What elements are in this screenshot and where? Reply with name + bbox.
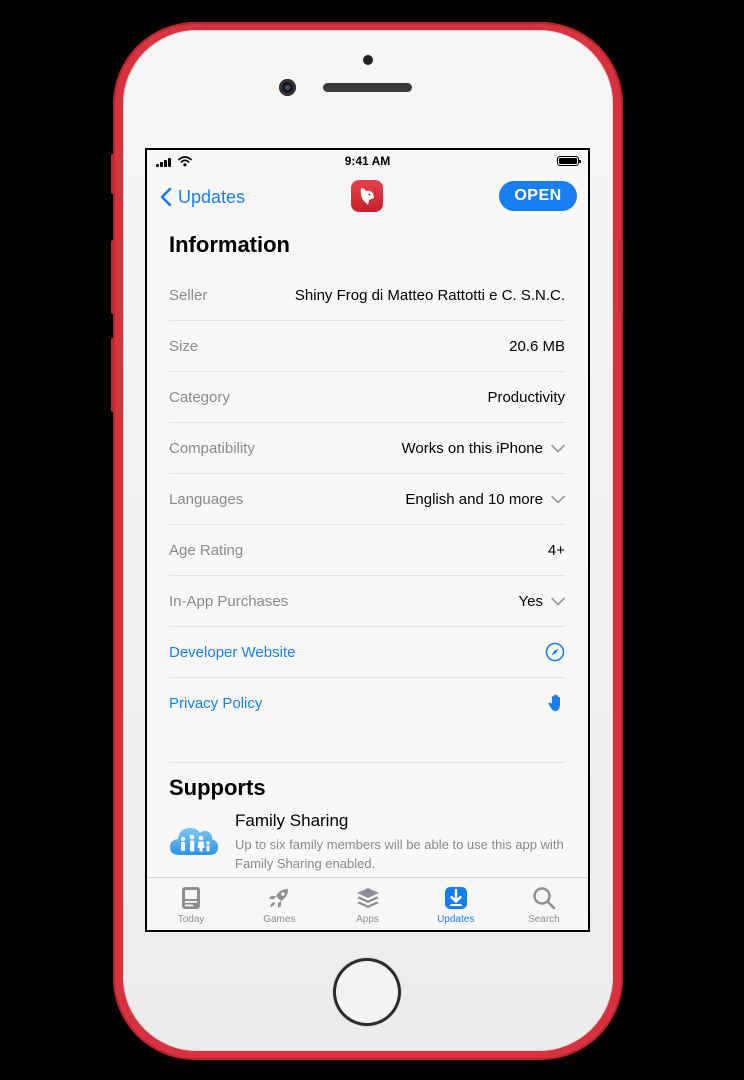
tab-search[interactable]: Search — [500, 878, 588, 930]
search-icon — [533, 887, 556, 910]
earpiece-speaker — [323, 83, 412, 92]
support-name: Family Sharing — [235, 811, 349, 830]
tab-today[interactable]: Today — [147, 878, 235, 930]
tab-updates[interactable]: Updates — [412, 878, 500, 930]
info-row-category: Category Productivity — [169, 372, 565, 423]
info-row-age-rating: Age Rating 4+ — [169, 525, 565, 576]
tab-label: Games — [263, 914, 296, 925]
status-bar: 9:41 AM — [147, 150, 588, 172]
info-value: Yes — [519, 593, 565, 610]
support-item-family-sharing: Family Sharing Up to six family members … — [169, 811, 565, 881]
information-title: Information — [169, 232, 290, 257]
info-label: In-App Purchases — [169, 592, 289, 610]
screen: 9:41 AM Updates OPEN Information Seller … — [145, 148, 590, 932]
front-camera — [279, 79, 296, 96]
size-value: 20.6 MB — [509, 337, 565, 355]
back-button[interactable]: Updates — [160, 182, 245, 212]
proximity-sensor — [363, 55, 373, 65]
bear-logo-icon — [360, 188, 374, 205]
section-divider — [169, 728, 565, 763]
tab-label: Updates — [437, 914, 475, 925]
nav-bar: Updates OPEN — [147, 178, 588, 216]
family-sharing-icon — [170, 827, 218, 855]
developer-website-link[interactable]: Developer Website — [169, 627, 565, 678]
chevron-down-icon — [551, 444, 565, 452]
apps-stack-icon — [356, 888, 379, 908]
support-description: Up to six family members will be able to… — [235, 837, 564, 871]
silent-switch — [111, 154, 115, 194]
info-label: Languages — [169, 490, 244, 508]
category-value: Productivity — [487, 388, 565, 406]
info-value: Shiny Frog di Matteo Rattotti e C. S.N.C… — [295, 287, 565, 304]
tab-label: Search — [528, 914, 560, 925]
today-icon — [182, 887, 201, 909]
tab-apps[interactable]: Apps — [323, 878, 411, 930]
hand-icon — [548, 694, 560, 712]
battery-icon — [557, 156, 581, 166]
tab-bar: Today Games Apps Updates Search — [147, 877, 588, 930]
languages-value: English and 10 more — [405, 490, 543, 508]
back-button-label: Updates — [178, 186, 246, 207]
info-value: Works on this iPhone — [402, 440, 565, 457]
in-app-purchases-value: Yes — [518, 592, 543, 610]
bear-app-icon[interactable] — [351, 180, 383, 212]
app-store-page: 9:41 AM Updates OPEN Information Seller … — [147, 150, 588, 930]
info-row-in-app-purchases[interactable]: In-App Purchases Yes — [169, 576, 565, 627]
info-label: Compatibility — [169, 439, 255, 457]
status-time: 9:41 AM — [344, 154, 391, 168]
rocket-icon — [269, 889, 289, 908]
age-rating-value: 4+ — [547, 541, 565, 559]
compass-icon — [545, 642, 565, 662]
support-text: Family Sharing Up to six family members … — [235, 811, 565, 873]
info-row-languages[interactable]: Languages English and 10 more — [169, 474, 565, 525]
home-button[interactable] — [333, 958, 401, 1026]
chevron-down-icon — [551, 597, 565, 605]
info-label: Size — [169, 337, 199, 355]
chevron-down-icon — [551, 495, 565, 503]
info-label: Age Rating — [169, 541, 244, 559]
updates-download-icon — [444, 887, 467, 909]
tab-games[interactable]: Games — [235, 878, 323, 930]
volume-up-button — [111, 240, 115, 314]
supports-title: Supports — [169, 775, 266, 800]
content-scroll[interactable]: Information Seller Shiny Frog di Matteo … — [169, 216, 565, 881]
developer-website-label: Developer Website — [169, 643, 296, 661]
tab-label: Apps — [356, 914, 379, 925]
info-value: Productivity — [487, 389, 565, 406]
seller-value: Shiny Frog di Matteo Rattotti e C. S.N.C… — [294, 286, 565, 304]
chevron-left-icon — [160, 187, 172, 207]
compatibility-value: Works on this iPhone — [401, 439, 543, 457]
open-button[interactable]: OPEN — [499, 181, 577, 211]
volume-down-button — [111, 338, 115, 412]
info-row-compatibility[interactable]: Compatibility Works on this iPhone — [169, 423, 565, 474]
power-button — [619, 240, 623, 314]
tab-label: Today — [177, 914, 205, 925]
privacy-policy-label: Privacy Policy — [169, 694, 263, 712]
info-row-seller: Seller Shiny Frog di Matteo Rattotti e C… — [169, 270, 565, 321]
privacy-policy-link[interactable]: Privacy Policy — [169, 678, 565, 728]
info-value: 20.6 MB — [509, 338, 565, 355]
info-row-size: Size 20.6 MB — [169, 321, 565, 372]
info-value: English and 10 more — [405, 491, 565, 508]
info-label: Category — [169, 388, 230, 406]
info-value: 4+ — [548, 542, 565, 559]
info-label: Seller — [169, 286, 208, 304]
